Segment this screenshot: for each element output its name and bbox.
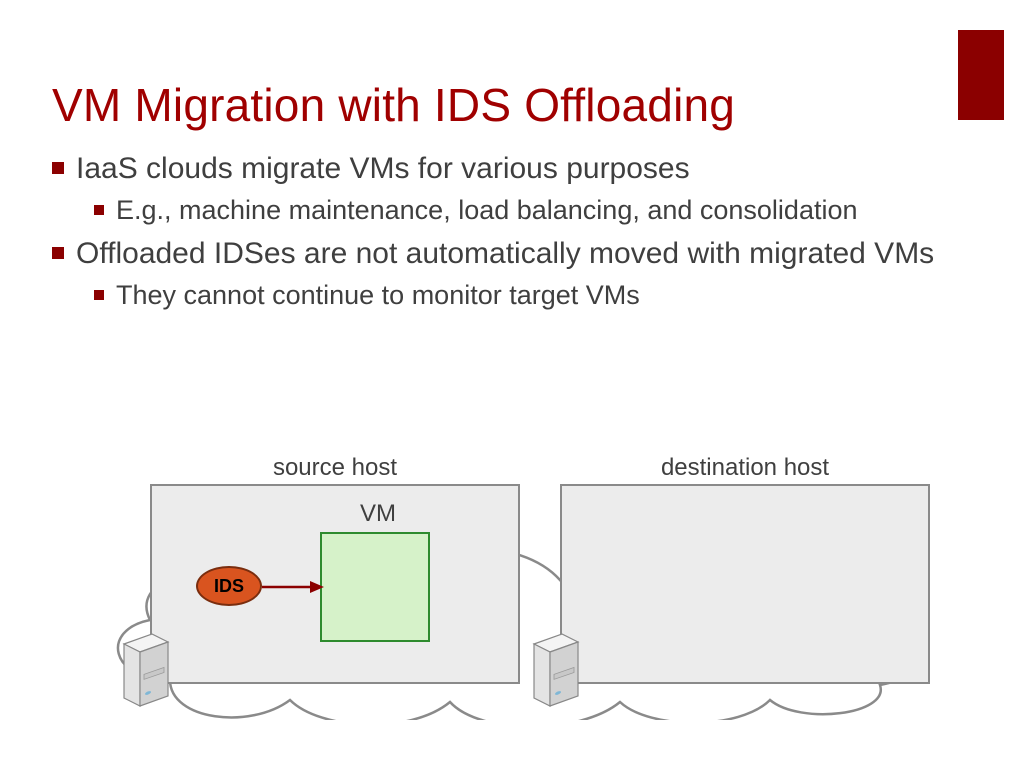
bullet-text: IaaS clouds migrate VMs for various purp… — [76, 152, 690, 185]
vm-box — [320, 532, 430, 642]
source-host-label: source host — [150, 454, 520, 482]
destination-host-label: destination host — [560, 454, 930, 482]
server-icon — [116, 630, 176, 710]
sub-bullet-text: They cannot continue to monitor target V… — [116, 280, 640, 310]
destination-host-box — [560, 484, 930, 684]
bullet-text: Offloaded IDSes are not automatically mo… — [76, 237, 934, 270]
ids-label: IDS — [214, 576, 244, 597]
sub-list: They cannot continue to monitor target V… — [76, 279, 952, 313]
bullet-item: Offloaded IDSes are not automatically mo… — [52, 235, 952, 312]
arrow-icon — [262, 580, 324, 594]
sub-bullet-item: E.g., machine maintenance, load balancin… — [76, 194, 952, 228]
ids-node: IDS — [196, 566, 262, 606]
sub-bullet-text: E.g., machine maintenance, load balancin… — [116, 195, 858, 225]
slide-title: VM Migration with IDS Offloading — [52, 78, 735, 132]
accent-bar — [958, 30, 1004, 120]
bullet-list: IaaS clouds migrate VMs for various purp… — [52, 150, 952, 321]
vm-label: VM — [360, 500, 396, 528]
bullet-item: IaaS clouds migrate VMs for various purp… — [52, 150, 952, 227]
server-icon — [526, 630, 586, 710]
diagram: source host destination host VM IDS — [0, 430, 1024, 760]
sub-bullet-item: They cannot continue to monitor target V… — [76, 279, 952, 313]
slide: VM Migration with IDS Offloading IaaS cl… — [0, 0, 1024, 768]
sub-list: E.g., machine maintenance, load balancin… — [76, 194, 952, 228]
